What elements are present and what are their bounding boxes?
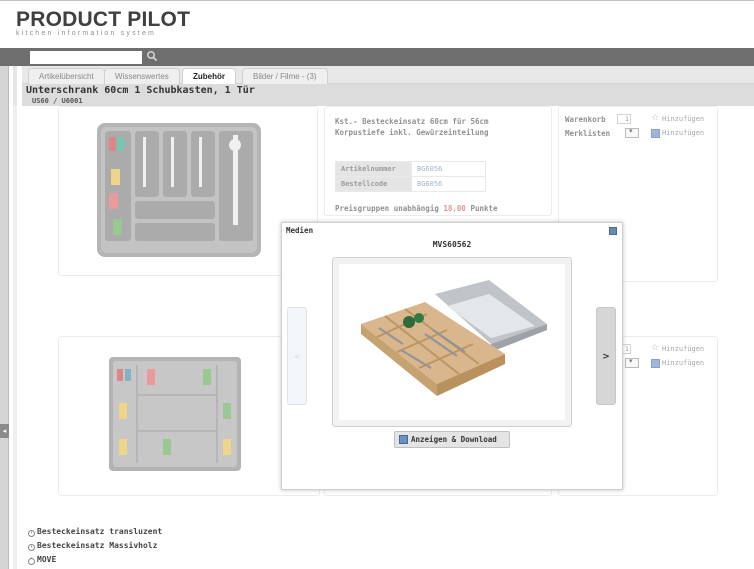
search-icon[interactable] bbox=[146, 50, 158, 62]
tab-zubehoer[interactable]: Zubehör bbox=[182, 68, 236, 84]
app-header: PRODUCT PILOT kitchen information system bbox=[0, 0, 754, 53]
dialog-title: Medien bbox=[286, 226, 314, 235]
accordion-item-transluzent[interactable]: › Besteckeinsatz transluzent bbox=[28, 527, 162, 537]
view-download-button[interactable]: Anzeigen & Download bbox=[394, 431, 510, 448]
tab-bilder-filme[interactable]: Bilder / Filme - (3) bbox=[242, 68, 328, 84]
collapse-icon[interactable]: ˇ bbox=[28, 558, 35, 565]
download-label: Anzeigen & Download bbox=[411, 435, 497, 444]
page-title: Unterschrank 60cm 1 Schubkasten, 1 Tür bbox=[26, 85, 255, 96]
accordion-label: Besteckeinsatz Massivholz bbox=[37, 541, 158, 550]
expand-icon[interactable]: › bbox=[28, 530, 35, 537]
prev-media-button[interactable]: < bbox=[287, 307, 307, 405]
accordion-item-move[interactable]: ˇ MOVE bbox=[28, 555, 56, 565]
expand-icon[interactable]: › bbox=[28, 544, 35, 551]
page-title-bar: Unterschrank 60cm 1 Schubkasten, 1 Tür U… bbox=[22, 84, 754, 106]
tab-bar: Artikelübersicht Wissenswertes Zubehör B… bbox=[22, 66, 754, 84]
logo-text: PRODUCT PILOT bbox=[16, 8, 191, 31]
accordion-label: MOVE bbox=[37, 555, 57, 564]
dialog-header: Medien bbox=[282, 223, 622, 239]
accordion-label: Besteckeinsatz transluzent bbox=[37, 527, 163, 536]
media-frame bbox=[332, 257, 572, 427]
collapse-arrow-icon[interactable]: ◂ bbox=[0, 424, 9, 438]
next-media-button[interactable]: > bbox=[596, 307, 616, 405]
logo[interactable]: PRODUCT PILOT kitchen information system bbox=[16, 8, 190, 37]
page-subtitle: US60 / U6001 bbox=[32, 97, 83, 105]
search-input[interactable] bbox=[30, 51, 142, 64]
tab-artikeluebersicht[interactable]: Artikelübersicht bbox=[28, 68, 105, 84]
close-icon[interactable] bbox=[609, 227, 617, 235]
media-photo[interactable] bbox=[339, 264, 565, 420]
media-code: MVS60562 bbox=[432, 240, 472, 249]
media-dialog: Medien MVS60562 < > Anzeigen & Download bbox=[281, 222, 623, 490]
download-icon bbox=[399, 435, 408, 444]
top-nav-bar bbox=[0, 48, 754, 66]
left-sidebar-toggle[interactable]: ◂ bbox=[0, 66, 9, 569]
accordion-item-massivholz[interactable]: › Besteckeinsatz Massivholz bbox=[28, 541, 157, 551]
tab-wissenswertes[interactable]: Wissenswertes bbox=[104, 68, 180, 84]
